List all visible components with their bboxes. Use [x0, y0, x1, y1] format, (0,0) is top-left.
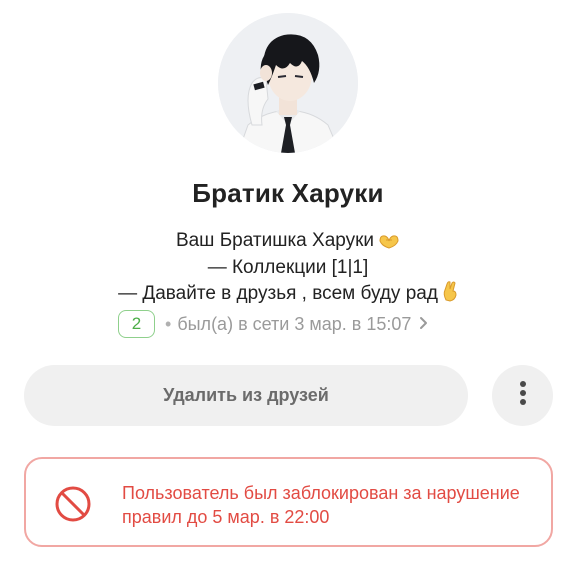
- profile-meta-row[interactable]: 2 • был(а) в сети 3 мар. в 15:07: [118, 309, 429, 339]
- mutual-friends-badge[interactable]: 2: [118, 310, 155, 338]
- more-options-button[interactable]: [492, 365, 553, 426]
- status-line-3-text: — Давайте в друзья , всем буду рад: [118, 283, 438, 304]
- status-line-1: Ваш Братишка Харуки: [0, 229, 576, 256]
- ban-icon: [54, 485, 92, 528]
- profile-name: Братик Харуки: [192, 178, 384, 208]
- ban-notice: Пользователь был заблокирован за нарушен…: [24, 457, 553, 547]
- remove-friend-button[interactable]: Удалить из друзей: [24, 365, 468, 426]
- status-line-3: — Давайте в друзья , всем буду рад: [0, 280, 576, 309]
- chevron-right-icon: [419, 314, 429, 335]
- profile-avatar[interactable]: [218, 13, 358, 153]
- more-vertical-icon: [519, 380, 527, 411]
- fingers-crossed-emoji-icon: [442, 280, 458, 309]
- ban-notice-text: Пользователь был заблокирован за нарушен…: [122, 483, 520, 527]
- profile-status: Ваш Братишка Харуки — Коллекции [1|1] — …: [0, 229, 576, 309]
- separator-dot: •: [165, 313, 172, 334]
- heart-hands-emoji-icon: [378, 232, 400, 256]
- status-line-2: — Коллекции [1|1]: [207, 257, 369, 278]
- last-seen-text: был(а) в сети 3 мар. в 15:07: [177, 313, 412, 334]
- status-line-1-text: Ваш Братишка Харуки: [175, 230, 375, 251]
